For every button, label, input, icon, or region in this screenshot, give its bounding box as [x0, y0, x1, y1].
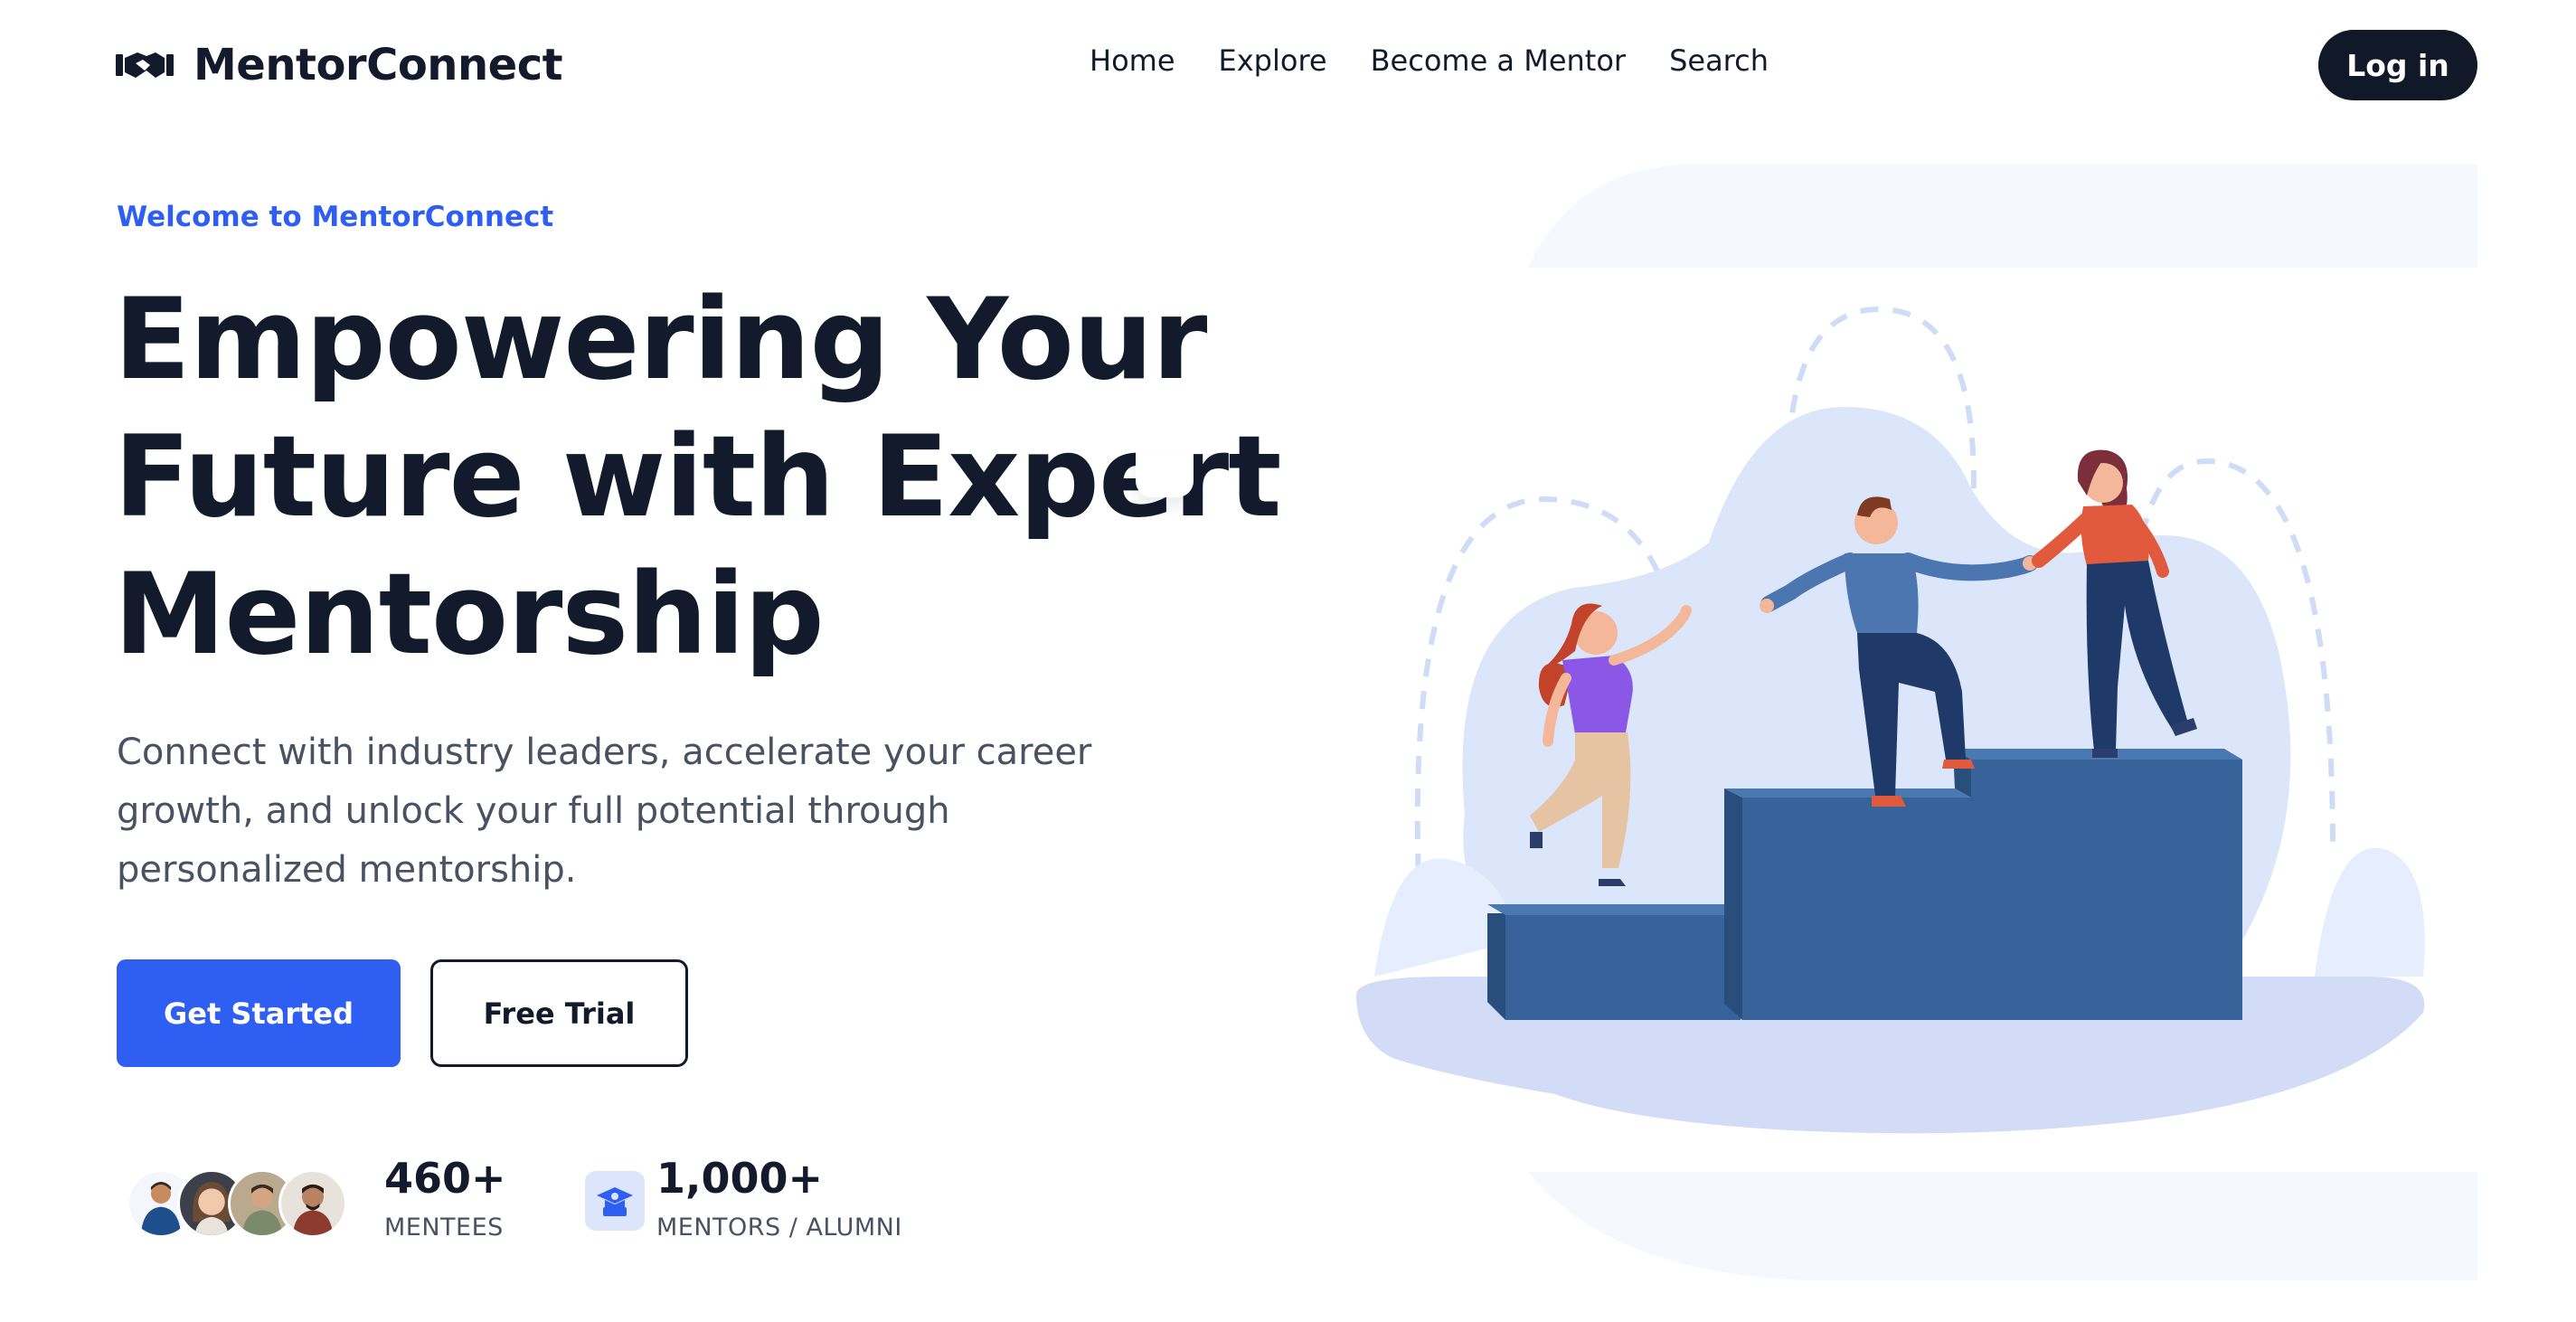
- decorative-bubble: [1136, 452, 1194, 497]
- hero-subtitle-line-1: Connect with industry leaders, accelerat…: [117, 732, 1092, 773]
- brand[interactable]: MentorConnect: [116, 36, 563, 94]
- mentees-label: MENTEES: [384, 1213, 504, 1242]
- handshake-icon: [116, 52, 174, 78]
- graduation-cap-icon: [585, 1171, 645, 1231]
- nav-become-mentor-link[interactable]: Become a Mentor: [1371, 43, 1626, 78]
- avatar: [278, 1169, 347, 1238]
- hero-subtitle-line-3: personalized mentorship.: [117, 849, 577, 891]
- hero-subtitle: Connect with industry leaders, accelerat…: [117, 723, 1238, 900]
- login-button[interactable]: Log in: [2318, 30, 2477, 100]
- nav-home-link[interactable]: Home: [1090, 43, 1175, 78]
- brand-name: MentorConnect: [193, 40, 563, 90]
- hero-subtitle-line-2: growth, and unlock your full potential t…: [117, 790, 950, 832]
- mentorship-stairs-illustration: [1356, 165, 2477, 1280]
- free-trial-button[interactable]: Free Trial: [430, 959, 688, 1067]
- nav-search-link[interactable]: Search: [1669, 43, 1769, 78]
- nav-links: Home Explore Become a Mentor Search: [1090, 43, 1769, 78]
- top-navigation: MentorConnect Home Explore Become a Ment…: [0, 0, 2576, 136]
- mentee-avatars: [127, 1169, 362, 1238]
- mentees-count: 460+: [384, 1154, 506, 1203]
- get-started-button[interactable]: Get Started: [117, 959, 401, 1067]
- mentors-count: 1,000+: [656, 1154, 824, 1203]
- hero-headline-line-3: Mentorship: [114, 550, 825, 680]
- nav-explore-link[interactable]: Explore: [1219, 43, 1327, 78]
- hero-headline-line-2: Future with Expert: [114, 412, 1282, 543]
- hero-headline-line-1: Empowering Your: [114, 275, 1207, 405]
- mentors-label: MENTORS / ALUMNI: [656, 1213, 902, 1242]
- hero-eyebrow: Welcome to MentorConnect: [117, 201, 554, 233]
- hero-headline: Empowering Your Future with Expert Mento…: [114, 271, 1282, 684]
